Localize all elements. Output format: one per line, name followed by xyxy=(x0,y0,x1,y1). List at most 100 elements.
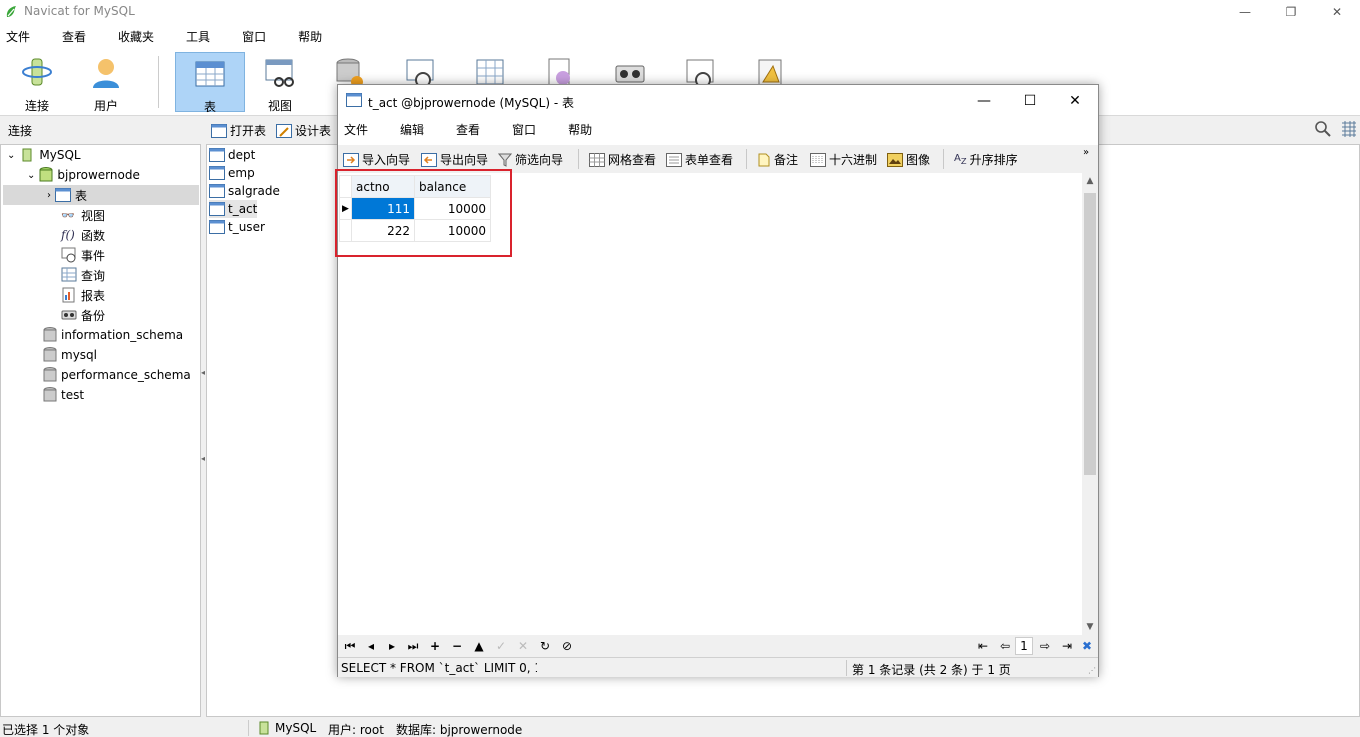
vertical-scrollbar[interactable]: ▲ ▼ xyxy=(1082,173,1098,635)
table-item-emp[interactable]: emp xyxy=(209,164,255,182)
filter-wizard-button[interactable]: 筛选向导 xyxy=(498,151,563,168)
menu-file[interactable]: 文件 xyxy=(0,28,42,45)
chevron-down-icon[interactable]: ⌄ xyxy=(27,170,35,181)
sort-ascending-button[interactable]: AZ 升序排序 xyxy=(954,151,1018,168)
sort-ascending-label: 升序排序 xyxy=(969,153,1018,167)
last-record-icon[interactable]: ⏭ xyxy=(406,639,420,654)
refresh-icon[interactable]: ↻ xyxy=(538,639,552,653)
table-button[interactable]: 表 xyxy=(175,52,245,114)
export-wizard-button[interactable]: 导出向导 xyxy=(421,151,488,168)
scroll-down-icon[interactable]: ▼ xyxy=(1082,619,1098,635)
search-icon[interactable] xyxy=(1314,120,1332,138)
open-table-button[interactable]: 打开表 xyxy=(211,122,266,139)
tree-node-events[interactable]: 事件 xyxy=(61,245,105,265)
resize-grip-icon[interactable]: ⋰ xyxy=(1088,666,1096,675)
toolbar-overflow-icon[interactable]: » xyxy=(1083,147,1089,158)
child-minimize-button[interactable]: — xyxy=(961,85,1007,117)
table-icon xyxy=(209,220,225,234)
first-page-icon[interactable]: ⇤ xyxy=(976,639,990,653)
menu-favorites[interactable]: 收藏夹 xyxy=(112,28,166,45)
close-button[interactable]: ✕ xyxy=(1314,0,1360,24)
hex-button[interactable]: 十六进制 xyxy=(810,151,877,168)
tree-node-reports[interactable]: 报表 xyxy=(61,285,105,305)
next-record-icon[interactable]: ▸ xyxy=(385,639,399,653)
user-button[interactable]: 用户 xyxy=(71,52,141,113)
child-menu-help[interactable]: 帮助 xyxy=(568,121,592,138)
tree-node-backups[interactable]: 备份 xyxy=(61,305,105,325)
child-close-button[interactable]: ✕ xyxy=(1052,85,1098,117)
tree-node-bjprowernode[interactable]: ⌄ bjprowernode xyxy=(27,165,140,185)
child-title: t_act @bjprowernode (MySQL) - 表 xyxy=(368,96,574,110)
tree-node-queries[interactable]: 查询 xyxy=(61,265,105,285)
image-icon xyxy=(887,152,903,167)
table-icon xyxy=(209,202,225,216)
settings-tools-icon[interactable]: ✖ xyxy=(1080,639,1094,653)
tree-node-mysql[interactable]: ⌄ MySQL xyxy=(7,145,81,165)
sort-az-icon: AZ xyxy=(954,153,967,166)
child-menu-window[interactable]: 窗口 xyxy=(512,121,536,138)
import-wizard-button[interactable]: 导入向导 xyxy=(343,151,410,168)
stop-query-icon[interactable]: ⊘ xyxy=(560,639,574,653)
tree-node-information-schema[interactable]: information_schema xyxy=(43,325,183,345)
tree-label-functions: 函数 xyxy=(81,228,106,243)
child-menu-file[interactable]: 文件 xyxy=(344,121,368,138)
scroll-up-icon[interactable]: ▲ xyxy=(1082,173,1098,189)
tree-node-test[interactable]: test xyxy=(43,385,84,405)
first-record-icon[interactable]: ⏮ xyxy=(343,639,357,654)
table-item-t-user[interactable]: t_user xyxy=(209,218,265,236)
tree-node-views[interactable]: 👓 视图 xyxy=(61,205,105,225)
hex-grid-icon xyxy=(810,152,826,167)
chevron-right-icon[interactable]: › xyxy=(47,190,51,201)
tree-node-functions[interactable]: f() 函数 xyxy=(61,225,105,245)
menu-view[interactable]: 查看 xyxy=(56,28,98,45)
event-clock-icon xyxy=(61,247,76,263)
last-page-icon[interactable]: ⇥ xyxy=(1060,639,1074,653)
memo-button[interactable]: 备注 xyxy=(757,151,798,168)
import-wizard-label: 导入向导 xyxy=(362,153,411,167)
page-number-field[interactable]: 1 xyxy=(1015,637,1033,655)
table-icon xyxy=(209,166,225,180)
menu-tools[interactable]: 工具 xyxy=(180,28,222,45)
chevron-down-icon[interactable]: ⌄ xyxy=(7,150,15,161)
table-item-t-act[interactable]: t_act xyxy=(209,200,258,218)
view-button[interactable]: 视图 xyxy=(245,52,315,113)
connect-button[interactable]: 连接 xyxy=(2,52,72,113)
child-menu-view[interactable]: 查看 xyxy=(456,121,480,138)
child-menubar: 文件 编辑 查看 窗口 帮助 xyxy=(338,117,1098,141)
toolbar-separator xyxy=(158,56,159,108)
add-record-icon[interactable]: + xyxy=(428,639,442,653)
tree-node-tables[interactable]: › 表 xyxy=(3,185,199,205)
form-view-button[interactable]: 表单查看 xyxy=(666,151,733,168)
connect-label: 连接 xyxy=(24,99,49,113)
menu-help[interactable]: 帮助 xyxy=(292,28,334,45)
table-icon xyxy=(209,184,225,198)
table-item-label: emp xyxy=(228,166,255,180)
design-table-icon xyxy=(276,123,292,138)
table-item-salgrade[interactable]: salgrade xyxy=(209,182,280,200)
minimize-button[interactable]: — xyxy=(1222,0,1268,24)
mysql-connection-icon xyxy=(259,721,269,735)
grid-view-icon[interactable] xyxy=(1340,120,1358,138)
export-icon xyxy=(421,152,437,167)
menu-window[interactable]: 窗口 xyxy=(236,28,278,45)
grid-view-button[interactable]: 网格查看 xyxy=(589,151,656,168)
delete-record-icon[interactable]: − xyxy=(450,639,464,653)
prev-page-icon[interactable]: ⇦ xyxy=(998,639,1012,653)
child-statusbar: SELECT * FROM `t_act` LIMIT 0, 1000 第 1 … xyxy=(338,657,1098,677)
design-table-button[interactable]: 设计表 xyxy=(276,122,331,139)
function-icon: f() xyxy=(61,228,75,242)
tree-node-mysql-db[interactable]: mysql xyxy=(43,345,97,365)
next-page-icon[interactable]: ⇨ xyxy=(1038,639,1052,653)
table-item-dept[interactable]: dept xyxy=(209,146,255,164)
tree-node-performance-schema[interactable]: performance_schema xyxy=(43,365,191,385)
tree-label-tables: 表 xyxy=(75,188,88,203)
scroll-thumb[interactable] xyxy=(1084,193,1096,475)
report-chart-icon xyxy=(62,287,75,303)
image-button[interactable]: 图像 xyxy=(887,151,930,168)
child-menu-edit[interactable]: 编辑 xyxy=(400,121,424,138)
restore-button[interactable]: ❐ xyxy=(1268,0,1314,24)
sql-statement: SELECT * FROM `t_act` LIMIT 0, 1000 xyxy=(341,661,537,675)
prev-record-icon[interactable]: ◂ xyxy=(364,639,378,653)
apply-changes-icon[interactable]: ▲ xyxy=(472,639,486,653)
child-maximize-button[interactable]: ☐ xyxy=(1007,85,1053,117)
